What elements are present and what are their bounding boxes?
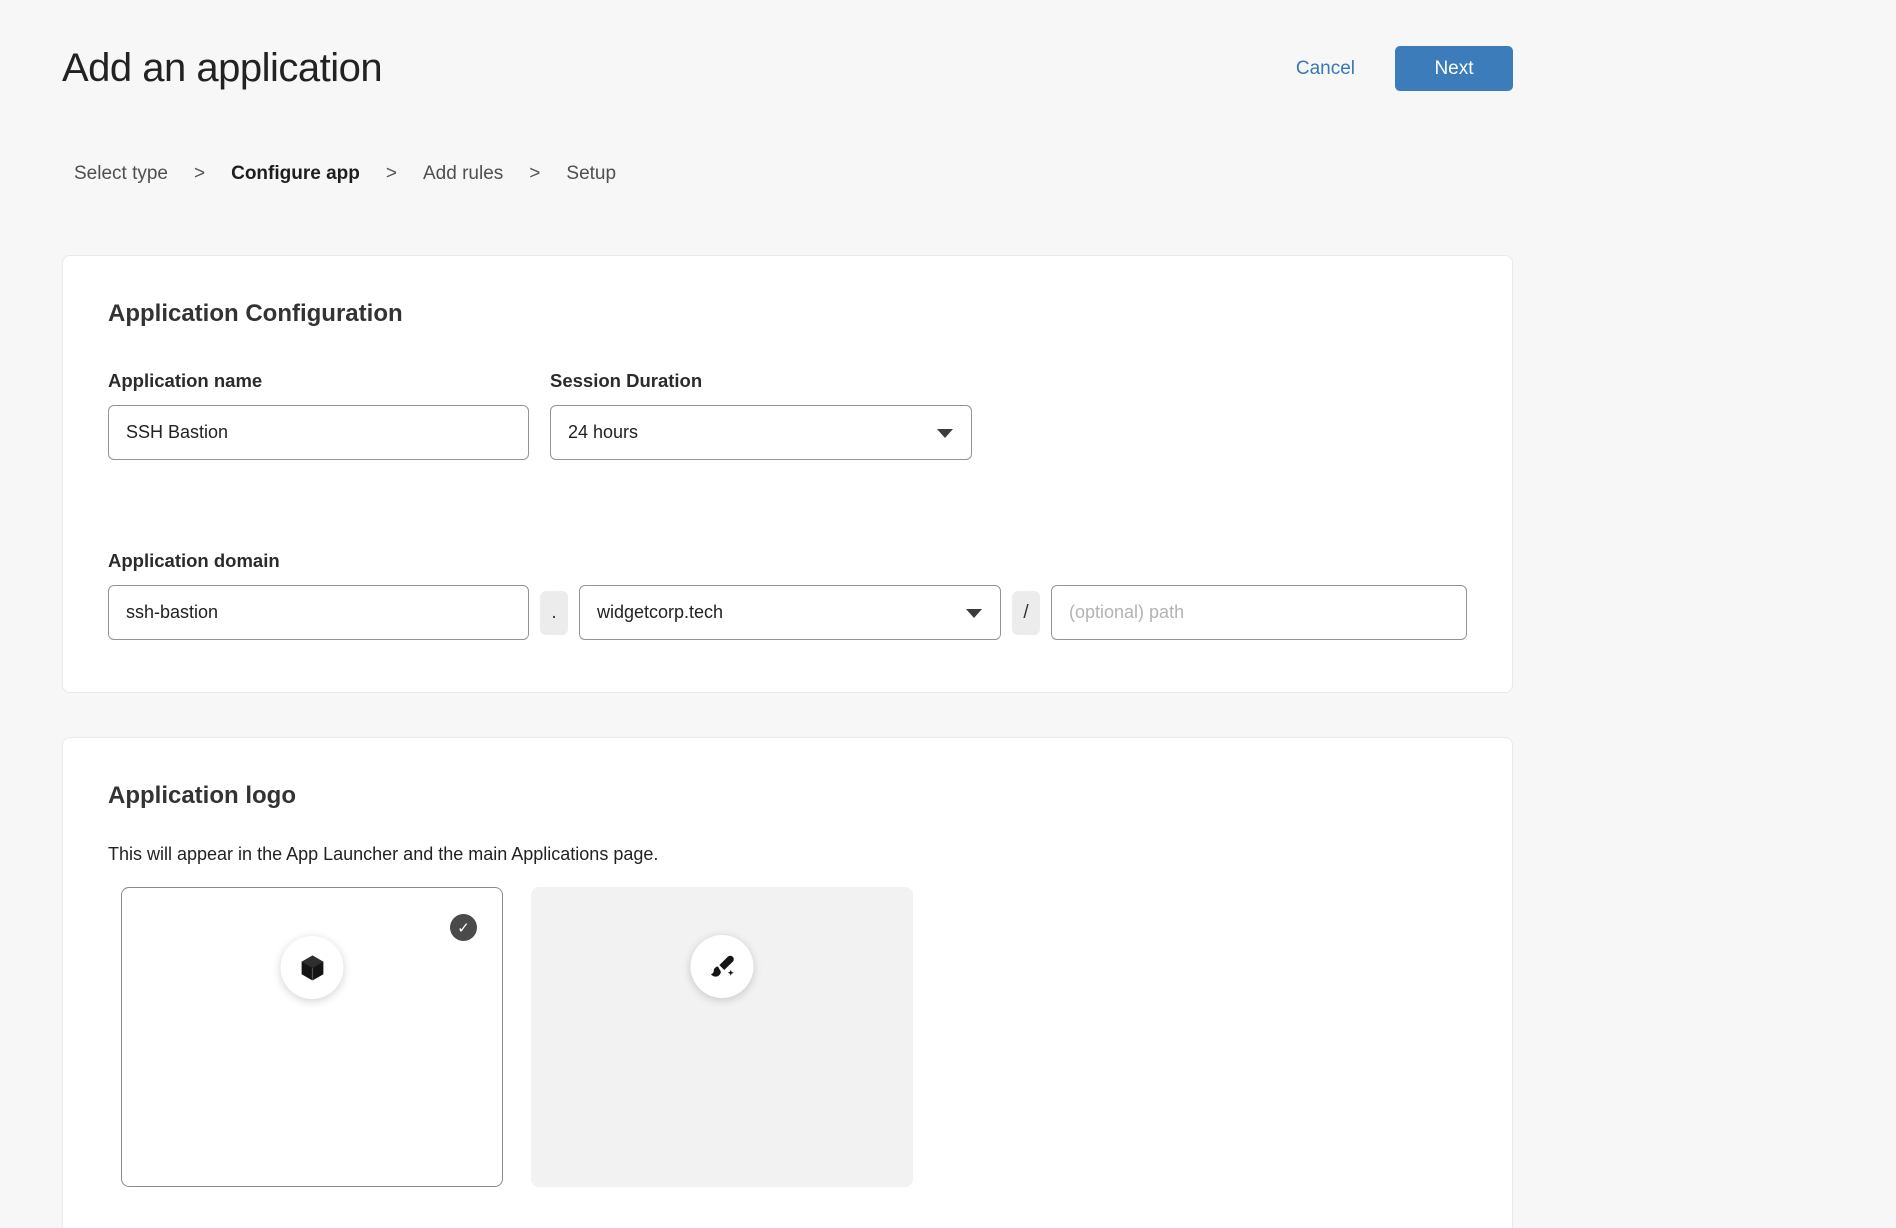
page-title: Add an application [62,46,382,91]
session-duration-select[interactable]: 24 hours [550,405,972,460]
configuration-card-title: Application Configuration [108,300,1467,328]
step-separator: > [529,163,540,185]
application-configuration-card: Application Configuration Application na… [62,255,1513,693]
step-add-rules[interactable]: Add rules [423,163,503,185]
breadcrumb: Select type > Configure app > Add rules … [62,163,1513,185]
slash-separator: / [1012,591,1040,635]
application-logo-card: Application logo This will appear in the… [62,737,1513,1228]
session-duration-field: Session Duration 24 hours [550,370,971,460]
step-setup[interactable]: Setup [566,163,616,185]
logo-card-title: Application logo [108,782,1467,810]
path-input[interactable] [1051,585,1467,640]
session-duration-value: 24 hours [568,422,638,443]
subdomain-input[interactable] [108,585,529,640]
logo-options: ✓ [121,887,1467,1187]
header-actions: Cancel Next [1296,46,1513,91]
check-icon: ✓ [450,914,477,941]
custom-logo-circle [691,935,754,998]
domain-select[interactable]: widgetcorp.tech [579,585,1001,640]
logo-card-description: This will appear in the App Launcher and… [108,844,1467,865]
default-logo-circle [281,936,344,999]
chevron-down-icon [937,429,953,438]
application-name-label: Application name [108,370,529,392]
chevron-down-icon [966,609,982,618]
application-name-field: Application name [108,370,529,460]
application-domain-row: . widgetcorp.tech / [108,585,1467,640]
next-button[interactable]: Next [1395,46,1513,91]
add-application-page: Add an application Cancel Next Select ty… [62,0,1513,1228]
application-domain-section: Application domain . widgetcorp.tech / [108,550,1467,640]
step-configure-app[interactable]: Configure app [231,163,360,185]
step-separator: > [194,163,205,185]
application-name-input[interactable] [108,405,529,460]
paintbrush-icon [707,952,737,982]
logo-option-default[interactable]: ✓ [121,887,503,1187]
application-domain-label: Application domain [108,550,1467,572]
session-duration-label: Session Duration [550,370,971,392]
cancel-button[interactable]: Cancel [1296,58,1355,80]
page-header: Add an application Cancel Next [62,0,1513,91]
name-duration-row: Application name Session Duration 24 hou… [108,370,1467,460]
domain-select-value: widgetcorp.tech [597,602,723,623]
step-separator: > [386,163,397,185]
dot-separator: . [540,591,568,635]
cube-icon [297,953,327,983]
step-select-type[interactable]: Select type [74,163,168,185]
logo-option-custom[interactable] [531,887,913,1187]
